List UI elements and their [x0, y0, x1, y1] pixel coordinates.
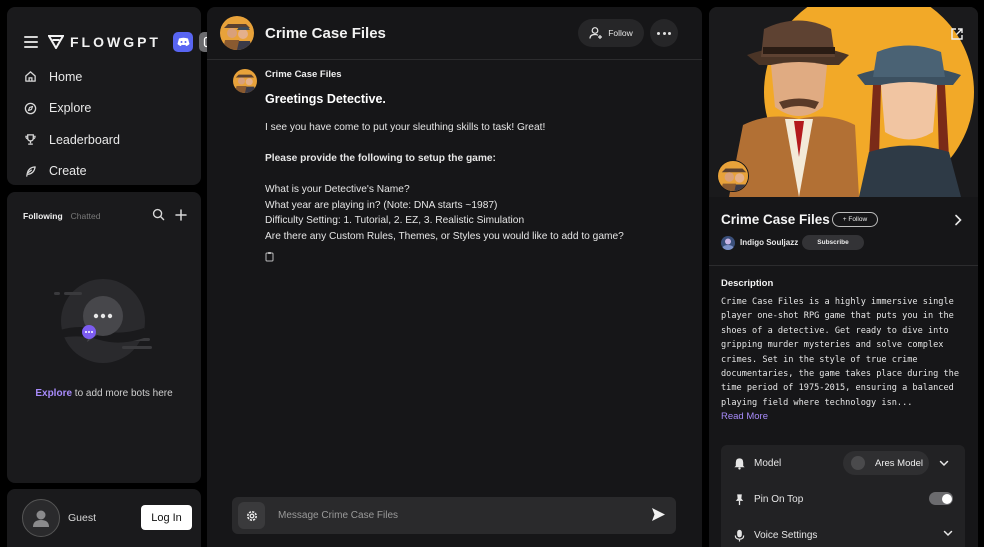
user-avatar-icon — [33, 510, 49, 527]
following-panel: Following Chatted Explore to add more bo… — [7, 192, 201, 483]
empty-state-text: Explore to add more bots here — [7, 388, 201, 399]
user-panel: Guest Log In — [7, 489, 201, 547]
voice-label: Voice Settings — [754, 529, 818, 541]
model-value: Ares Model — [875, 457, 924, 469]
message-body: Greetings Detective. I see you have come… — [265, 91, 685, 244]
chat-title: Crime Case Files — [265, 25, 386, 42]
nav-label-explore: Explore — [49, 101, 92, 116]
setting-row-model[interactable]: Model Ares Model — [721, 445, 965, 481]
model-icon — [851, 456, 865, 470]
detective-avatar-icon — [220, 16, 254, 50]
nav-item-explore[interactable]: Explore — [24, 93, 194, 125]
trophy-icon — [25, 134, 36, 146]
read-more-link[interactable]: Read More — [721, 411, 768, 422]
model-label: Model — [754, 457, 782, 469]
compass-icon — [24, 102, 37, 115]
login-button[interactable]: Log In — [141, 505, 192, 530]
message-line: Please provide the following to setup th… — [265, 153, 496, 164]
model-selector[interactable]: Ares Model — [843, 451, 957, 475]
detective-avatar-icon — [233, 69, 257, 93]
explore-link[interactable]: Explore — [35, 388, 72, 399]
discord-button[interactable] — [173, 32, 193, 52]
chat-settings-button[interactable] — [238, 502, 265, 529]
creator-name[interactable]: Indigo Souljazz — [740, 238, 798, 247]
nav-item-leaderboard[interactable]: Leaderboard — [24, 124, 194, 156]
pin-icon — [735, 493, 744, 505]
setting-row-pin: Pin On Top — [721, 481, 965, 517]
description-title: Description — [721, 278, 774, 289]
following-actions — [142, 208, 187, 221]
message-line: I see you have come to put your sleuthin… — [265, 122, 546, 133]
creator-avatar[interactable] — [721, 236, 735, 250]
message-line: What year are playing in? (Note: DNA sta… — [265, 199, 498, 211]
more-dot — [657, 31, 661, 35]
bot-follow-button[interactable]: + Follow — [832, 212, 878, 227]
nav-list: Home Explore Leaderboard Create — [24, 61, 194, 187]
pin-label: Pin On Top — [754, 493, 804, 505]
copy-icon[interactable] — [265, 251, 275, 262]
discord-icon — [177, 37, 189, 46]
follow-button-label: Follow — [608, 28, 633, 38]
bot-detail-panel: Crime Case Files + Follow Indigo Souljaz… — [709, 7, 978, 547]
flowgpt-logo-icon — [48, 35, 64, 49]
chevron-down-icon — [939, 460, 949, 466]
description-text: Crime Case Files is a highly immersive s… — [721, 297, 959, 408]
user-plus-icon — [589, 27, 603, 39]
message-line: What is your Detective's Name? — [265, 184, 410, 195]
tab-following[interactable]: Following — [23, 211, 63, 221]
nav-panel: FLOWGPT Home Explore Leaderboard Create — [7, 7, 219, 187]
message-line: Are there any Custom Rules, Themes, or S… — [265, 230, 624, 242]
brand-logo[interactable]: FLOWGPT — [48, 34, 161, 50]
send-icon[interactable] — [651, 507, 666, 522]
bell-icon — [734, 457, 745, 470]
gear-icon — [246, 510, 257, 521]
chat-panel: Crime Case Files Follow Crime Case Files… — [207, 7, 702, 547]
nav-item-create[interactable]: Create — [24, 156, 194, 188]
brand-name: FLOWGPT — [70, 34, 161, 50]
bot-settings-box: Model Ares Model Pin On Top Voice Settin… — [721, 445, 965, 547]
setting-row-voice[interactable]: Voice Settings — [721, 517, 965, 547]
empty-state-message: to add more bots here — [72, 388, 173, 399]
feather-icon — [26, 166, 36, 177]
chat-header: Crime Case Files Follow — [207, 7, 702, 60]
external-link-icon[interactable] — [950, 27, 964, 41]
nav-label-leaderboard: Leaderboard — [49, 132, 120, 147]
brand-row: FLOWGPT — [24, 27, 219, 57]
follow-button[interactable]: Follow — [578, 19, 644, 47]
message-avatar — [233, 69, 257, 93]
search-icon[interactable] — [152, 208, 165, 221]
home-icon — [25, 71, 36, 83]
message-greeting: Greetings Detective. — [265, 92, 386, 106]
avatar[interactable] — [22, 499, 60, 537]
menu-icon[interactable] — [24, 36, 38, 48]
user-name: Guest — [68, 512, 97, 524]
more-dot — [667, 31, 671, 35]
pin-on-top-toggle[interactable] — [929, 492, 953, 505]
creator-avatar-icon — [721, 236, 735, 250]
subscribe-button[interactable]: Subscribe — [802, 235, 864, 250]
more-dot — [662, 31, 666, 35]
more-options-button[interactable] — [650, 19, 678, 47]
bot-avatar[interactable] — [220, 16, 254, 50]
model-chip: Ares Model — [843, 451, 929, 475]
message-input[interactable] — [278, 505, 628, 526]
bot-name: Crime Case Files — [721, 212, 830, 227]
message-composer — [232, 497, 676, 534]
chevron-right-icon[interactable] — [954, 214, 962, 226]
message-author: Crime Case Files — [265, 69, 342, 80]
nav-label-create: Create — [49, 164, 87, 179]
add-icon[interactable] — [175, 208, 187, 221]
chevron-down-icon — [943, 530, 953, 537]
following-tabs: Following Chatted — [23, 211, 100, 221]
bot-avatar-small — [717, 160, 749, 192]
divider — [709, 265, 978, 266]
nav-label-home: Home — [49, 69, 83, 84]
bot-cover-image — [709, 7, 978, 197]
nav-item-home[interactable]: Home — [24, 61, 194, 93]
detective-cover-icon — [709, 7, 978, 197]
microphone-icon — [734, 529, 745, 542]
message-line: Difficulty Setting: 1. Tutorial, 2. EZ, … — [265, 215, 525, 226]
empty-chat-illustration-icon — [54, 279, 152, 363]
tab-chatted[interactable]: Chatted — [71, 211, 101, 221]
